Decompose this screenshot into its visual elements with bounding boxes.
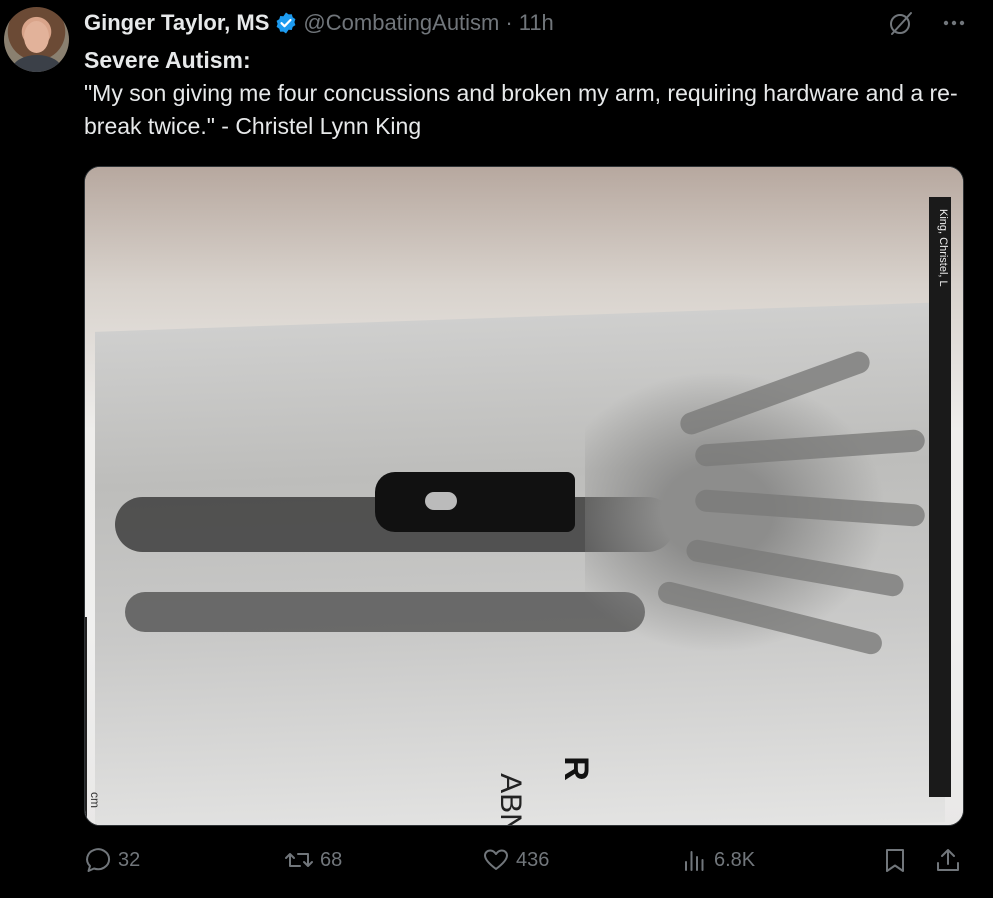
share-button[interactable]: [934, 846, 962, 874]
tweet-header: Ginger Taylor, MS @CombatingAutism · 11h: [84, 8, 554, 38]
tweet-actions: 32 68 436 6.8K: [84, 846, 964, 880]
author-handle[interactable]: @CombatingAutism: [303, 10, 499, 36]
ruler-unit: cm: [88, 792, 102, 808]
patient-label: King, Christel, L: [937, 209, 949, 287]
verified-badge-icon[interactable]: [274, 11, 298, 35]
ulna-bone: [125, 592, 645, 632]
repost-icon: [284, 846, 314, 874]
views-count: 6.8K: [714, 848, 756, 871]
reply-icon: [84, 846, 112, 874]
film-label-strip: [929, 197, 951, 797]
views-button[interactable]: 6.8K: [682, 846, 755, 874]
bookmark-icon: [882, 846, 908, 874]
tweet-media-image[interactable]: King, Christel, L R ABN cm: [84, 166, 964, 826]
share-icon: [934, 846, 962, 874]
like-button[interactable]: 436: [482, 846, 549, 874]
reply-button[interactable]: 32: [84, 846, 140, 874]
tweet-timestamp[interactable]: 11h: [519, 10, 554, 36]
repost-button[interactable]: 68: [284, 846, 342, 874]
abn-label: ABN: [493, 773, 527, 826]
avatar-shoulders: [12, 55, 62, 72]
like-icon: [482, 846, 510, 874]
header-separator: ·: [505, 10, 513, 35]
repost-count: 68: [320, 848, 343, 871]
bookmark-button[interactable]: [882, 846, 908, 874]
tweet-body: "My son giving me four concussions and b…: [84, 80, 958, 139]
plate-screw-hole: [425, 492, 457, 510]
tweet-top-actions: [887, 9, 967, 37]
avatar-face: [24, 21, 49, 53]
avatar[interactable]: [4, 7, 69, 72]
tweet-text: Severe Autism: "My son giving me four co…: [84, 44, 984, 143]
reply-count: 32: [118, 848, 141, 871]
like-count: 436: [516, 848, 550, 871]
more-icon[interactable]: [941, 10, 967, 36]
metal-plate: [375, 472, 575, 532]
tweet-heading: Severe Autism:: [84, 47, 251, 73]
views-icon: [682, 846, 708, 874]
author-name[interactable]: Ginger Taylor, MS: [84, 10, 269, 36]
grok-slash-icon[interactable]: [887, 9, 915, 37]
orientation-marker: R: [556, 756, 595, 781]
